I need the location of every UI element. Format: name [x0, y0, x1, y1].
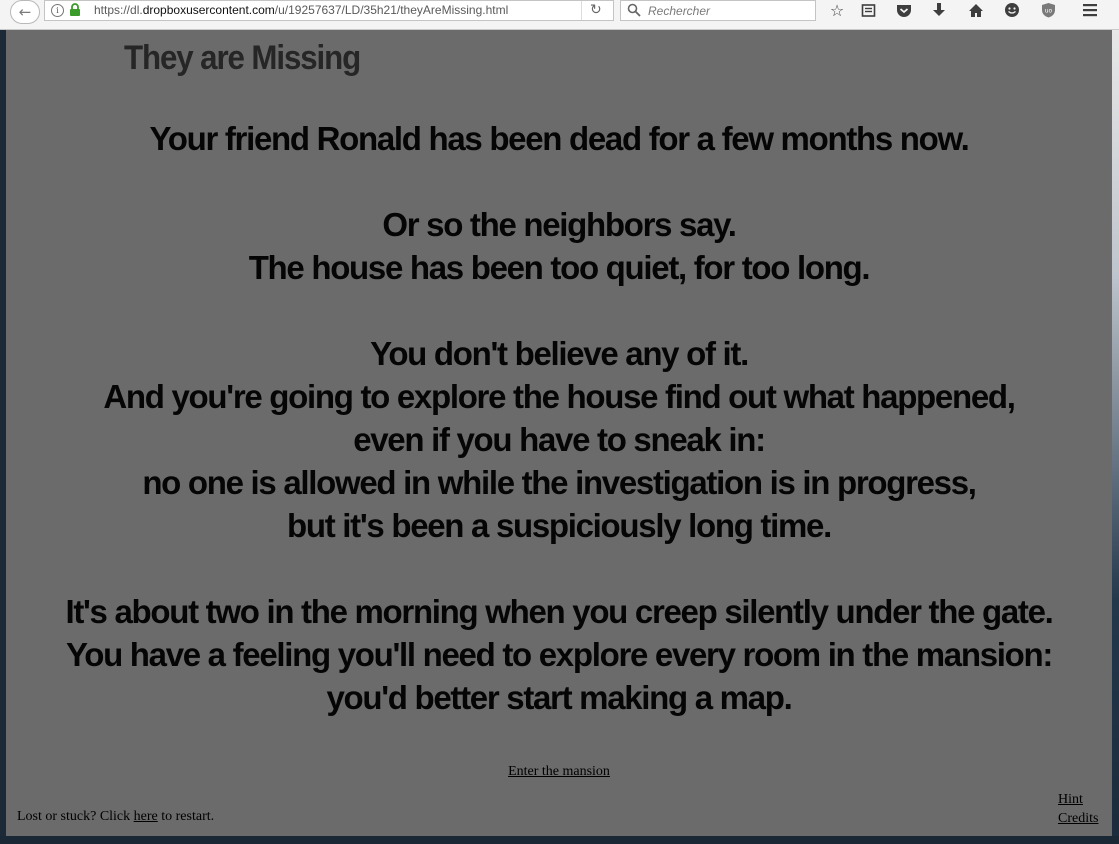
- search-box[interactable]: Rechercher: [620, 0, 816, 21]
- restart-link[interactable]: here: [134, 809, 158, 824]
- restart-prefix: Lost or stuck? Click: [17, 809, 134, 824]
- back-button[interactable]: ←: [10, 0, 40, 24]
- url-separator: [581, 1, 582, 20]
- story-line: no one is allowed in while the investiga…: [142, 464, 977, 501]
- pocket-icon[interactable]: [893, 0, 915, 20]
- reload-icon[interactable]: ↻: [590, 2, 602, 18]
- search-icon: [627, 3, 641, 17]
- story-line: The house has been too quiet, for too lo…: [248, 249, 871, 286]
- story-line: Or so the neighbors say.: [382, 206, 737, 243]
- story-line: Your friend Ronald has been dead for a f…: [149, 120, 969, 157]
- info-icon[interactable]: i: [51, 4, 64, 17]
- menu-icon[interactable]: [1079, 0, 1101, 20]
- story-line: You don't believe any of it.: [370, 335, 749, 372]
- restart-note: Lost or stuck? Click here to restart.: [17, 809, 214, 825]
- browser-toolbar: ← i https://dl.dropboxusercontent.com/u/…: [0, 0, 1119, 30]
- download-icon[interactable]: [928, 0, 950, 20]
- home-icon[interactable]: [965, 0, 987, 20]
- back-arrow-icon: ←: [18, 3, 32, 21]
- hint-link[interactable]: Hint: [1058, 790, 1098, 809]
- reading-list-icon[interactable]: [857, 0, 879, 20]
- story-line: but it's been a suspiciously long time.: [287, 507, 832, 544]
- enter-mansion-link[interactable]: Enter the mansion: [508, 764, 610, 779]
- search-placeholder: Rechercher: [648, 4, 711, 18]
- url-text: https://dl.dropboxusercontent.com/u/1925…: [94, 3, 509, 17]
- story-line: you'd better start making a map.: [326, 679, 792, 716]
- window-edge-bottom: [0, 836, 1119, 844]
- game-title: They are Missing: [124, 39, 361, 77]
- story-blank-line: [6, 547, 1112, 590]
- credits-link[interactable]: Credits: [1058, 809, 1098, 828]
- page-viewport: They are Missing Your friend Ronald has …: [6, 30, 1112, 836]
- restart-suffix: to restart.: [157, 809, 215, 824]
- story-blank-line: [6, 289, 1112, 332]
- story-line: even if you have to sneak in:: [353, 421, 766, 458]
- story-line: You have a feeling you'll need to explor…: [65, 636, 1053, 673]
- story-blank-line: [6, 160, 1112, 203]
- story-line: And you're going to explore the house fi…: [103, 378, 1016, 415]
- ublock-icon[interactable]: uo: [1037, 0, 1059, 20]
- svg-text:uo: uo: [1044, 8, 1052, 15]
- lock-icon: [70, 3, 80, 16]
- address-bar[interactable]: i https://dl.dropboxusercontent.com/u/19…: [44, 0, 614, 21]
- star-icon[interactable]: ☆: [826, 0, 848, 20]
- story-line: It's about two in the morning when you c…: [65, 593, 1053, 630]
- story-text: Your friend Ronald has been dead for a f…: [6, 117, 1112, 719]
- hello-icon[interactable]: [1001, 0, 1023, 20]
- enter-link-row: Enter the mansion: [6, 764, 1112, 780]
- window-edge-right: [1112, 30, 1119, 844]
- side-links: Hint Credits: [1058, 790, 1098, 828]
